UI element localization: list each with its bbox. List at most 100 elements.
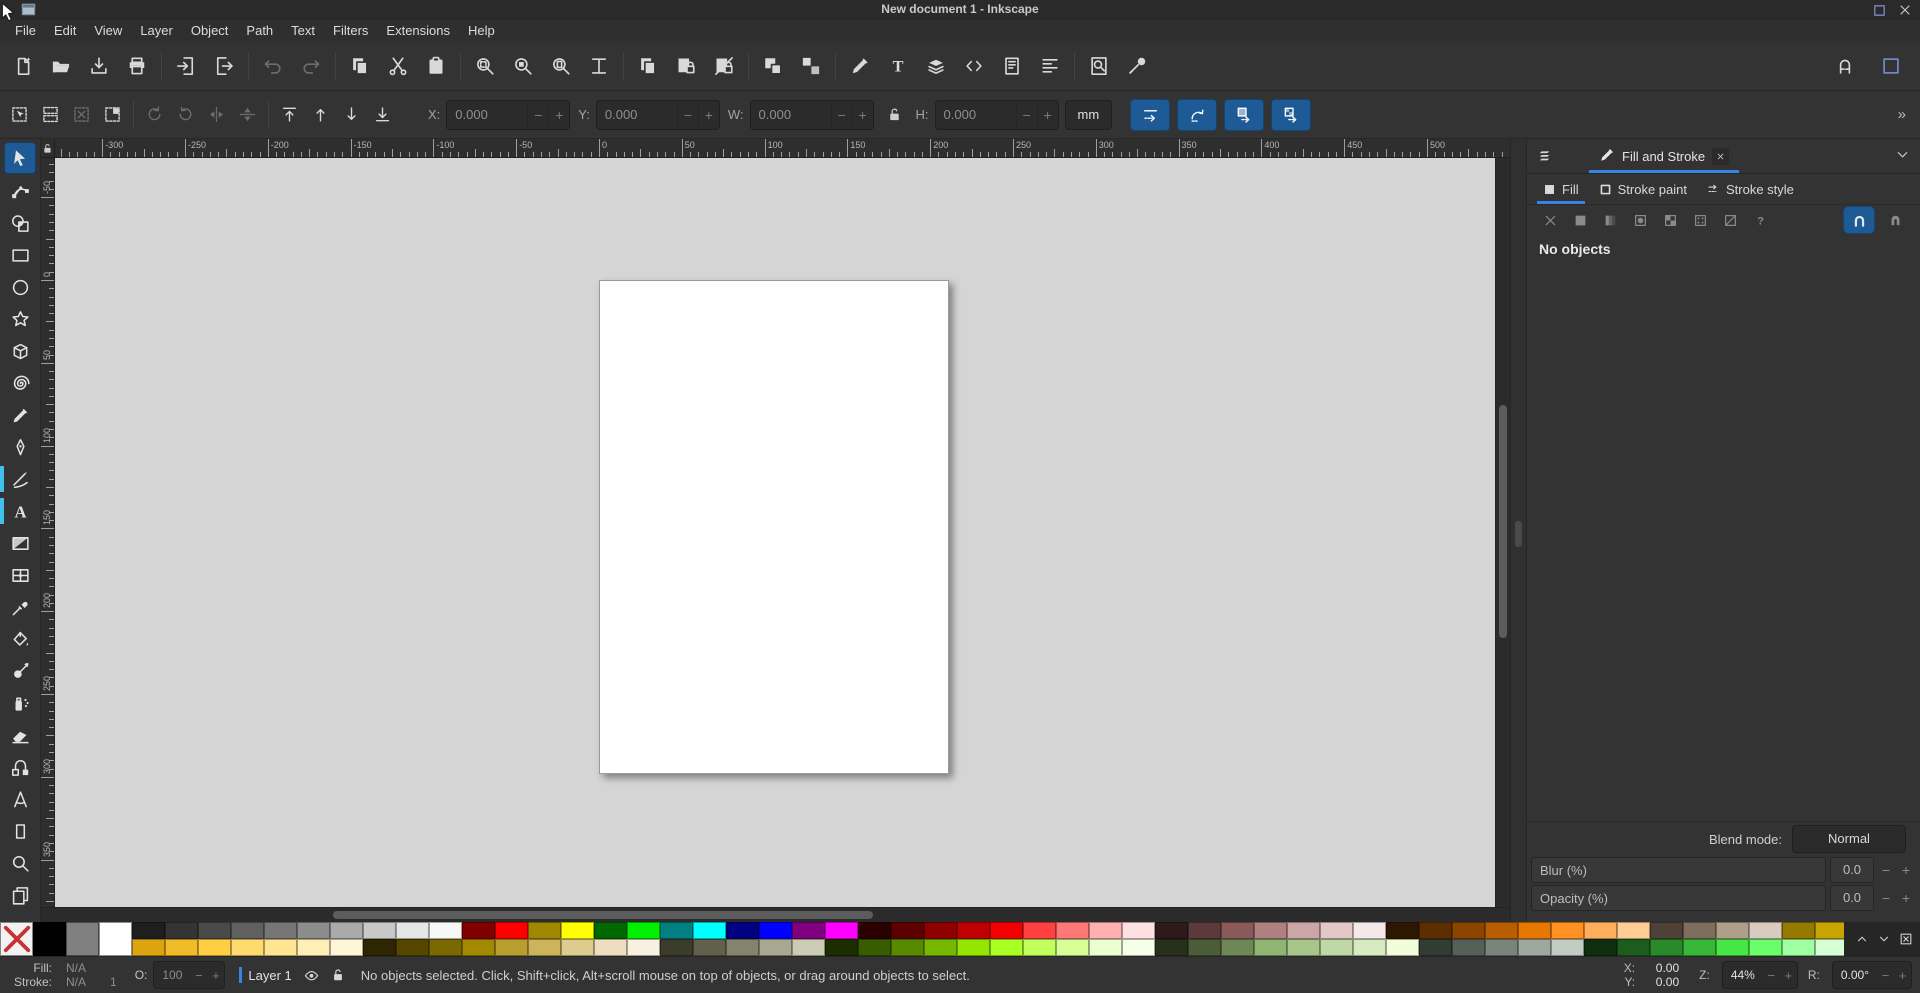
tool-spray[interactable] <box>5 688 35 718</box>
menu-edit[interactable]: Edit <box>45 22 85 39</box>
menu-text[interactable]: Text <box>282 22 324 39</box>
w-field-minus-button[interactable]: − <box>830 101 852 128</box>
swatch-large[interactable] <box>66 922 99 956</box>
swatch[interactable] <box>660 939 693 956</box>
ungroup-button[interactable] <box>792 48 830 84</box>
swatch[interactable] <box>165 922 198 939</box>
close-icon[interactable] <box>1712 147 1730 165</box>
paste-button[interactable] <box>417 48 455 84</box>
swatch[interactable] <box>759 922 792 939</box>
swatch[interactable] <box>1221 922 1254 939</box>
pattern-button[interactable] <box>1657 208 1683 232</box>
swatch[interactable] <box>957 939 990 956</box>
opacity-slider-minus-button[interactable]: − <box>1878 890 1894 906</box>
scale-stroke-toggle[interactable] <box>1130 98 1171 131</box>
new-document-button[interactable] <box>4 48 42 84</box>
swatch[interactable] <box>759 939 792 956</box>
transform-gradients-toggle[interactable] <box>1224 98 1265 131</box>
unlink-clone-button[interactable] <box>705 48 743 84</box>
swatch[interactable] <box>924 939 957 956</box>
tool-shape-builder[interactable] <box>5 208 35 238</box>
swatch[interactable] <box>1452 939 1485 956</box>
swatch[interactable] <box>264 922 297 939</box>
find-replace-button[interactable] <box>1080 48 1118 84</box>
vertical-scrollbar-thumb[interactable] <box>1499 405 1507 638</box>
transform-patterns-toggle[interactable] <box>1271 98 1312 131</box>
swatch[interactable] <box>297 939 330 956</box>
swatch-large[interactable] <box>99 922 132 956</box>
menu-file[interactable]: File <box>6 22 45 39</box>
zoom-to-drawing-button[interactable] <box>504 48 542 84</box>
swatch[interactable] <box>1452 922 1485 939</box>
swatch[interactable] <box>1584 939 1617 956</box>
tool-tweak[interactable] <box>5 656 35 686</box>
swatch[interactable] <box>858 939 891 956</box>
unknown-paint-button[interactable]: ? <box>1747 208 1773 232</box>
palette-configure-button[interactable] <box>1896 929 1916 949</box>
swatch[interactable] <box>825 922 858 939</box>
swatch[interactable] <box>396 939 429 956</box>
vertical-ruler[interactable]: -50 0 50 100 150 200 250 300 350 <box>41 158 55 907</box>
display-mode-button[interactable] <box>1872 48 1910 84</box>
xml-editor-button[interactable] <box>955 48 993 84</box>
tool-connector[interactable] <box>5 752 35 782</box>
group-button[interactable] <box>754 48 792 84</box>
swatch[interactable] <box>132 939 165 956</box>
swatch[interactable] <box>1683 939 1716 956</box>
swatch[interactable] <box>594 939 627 956</box>
duplicate-button[interactable] <box>629 48 667 84</box>
swatch[interactable] <box>198 922 231 939</box>
w-field-plus-button[interactable]: + <box>851 101 873 128</box>
swatch[interactable] <box>1353 922 1386 939</box>
zoom-minus-button[interactable]: − <box>1763 968 1780 983</box>
swatch[interactable] <box>1617 922 1650 939</box>
swatch[interactable] <box>627 922 660 939</box>
tab-fill-and-stroke[interactable]: Fill and Stroke <box>1589 139 1740 173</box>
swatch[interactable] <box>1683 922 1716 939</box>
fill-stroke-dialog-button[interactable] <box>841 48 879 84</box>
layer-selector[interactable]: Layer 1 <box>248 968 291 983</box>
zoom-spinner[interactable]: 44% − + <box>1721 961 1798 989</box>
swatch[interactable] <box>1584 922 1617 939</box>
objects-dialog-icon[interactable] <box>1527 148 1561 165</box>
swatch[interactable] <box>957 922 990 939</box>
opacity-slider[interactable]: Opacity (%) 0.0− + <box>1527 884 1920 912</box>
tool-rectangle[interactable] <box>5 240 35 270</box>
menu-help[interactable]: Help <box>459 22 504 39</box>
fill-stroke-indicator[interactable]: Fill: N/A Stroke: N/A 1 <box>10 961 117 989</box>
tool-dropper[interactable] <box>5 592 35 622</box>
swatch[interactable] <box>792 939 825 956</box>
import-button[interactable] <box>167 48 205 84</box>
layers-dialog-button[interactable] <box>917 48 955 84</box>
swatch[interactable] <box>924 922 957 939</box>
h-field[interactable]: 0.000 − + <box>934 99 1059 130</box>
tool-eraser[interactable] <box>5 720 35 750</box>
cut-button[interactable] <box>379 48 417 84</box>
swatch[interactable] <box>363 922 396 939</box>
swatch[interactable] <box>1221 939 1254 956</box>
tool-calligraphy[interactable] <box>0 464 35 494</box>
y-field-plus-button[interactable]: + <box>697 101 719 128</box>
swatch[interactable] <box>1089 939 1122 956</box>
swatch[interactable] <box>561 922 594 939</box>
swatch[interactable] <box>132 922 165 939</box>
swatch[interactable] <box>462 939 495 956</box>
tool-node-editor[interactable] <box>5 176 35 206</box>
swatch[interactable] <box>198 939 231 956</box>
zoom-plus-button[interactable]: + <box>1780 968 1797 983</box>
swatch[interactable] <box>1155 922 1188 939</box>
swatch[interactable] <box>1782 922 1815 939</box>
tool-spiral[interactable] <box>5 368 35 398</box>
swatch[interactable] <box>594 922 627 939</box>
rotation-spinner[interactable]: 0.00° − + <box>1831 961 1912 989</box>
swatch[interactable] <box>1485 922 1518 939</box>
menu-filters[interactable]: Filters <box>324 22 377 39</box>
swatch[interactable] <box>528 939 561 956</box>
opacity-slider-value[interactable]: 0.0 <box>1830 885 1874 911</box>
palette-scroll-down-button[interactable] <box>1874 929 1894 949</box>
swatch[interactable] <box>1188 922 1221 939</box>
menu-extensions[interactable]: Extensions <box>377 22 459 39</box>
swatch[interactable] <box>1749 922 1782 939</box>
swatch[interactable] <box>660 922 693 939</box>
transform-corners-toggle[interactable] <box>1177 98 1218 131</box>
